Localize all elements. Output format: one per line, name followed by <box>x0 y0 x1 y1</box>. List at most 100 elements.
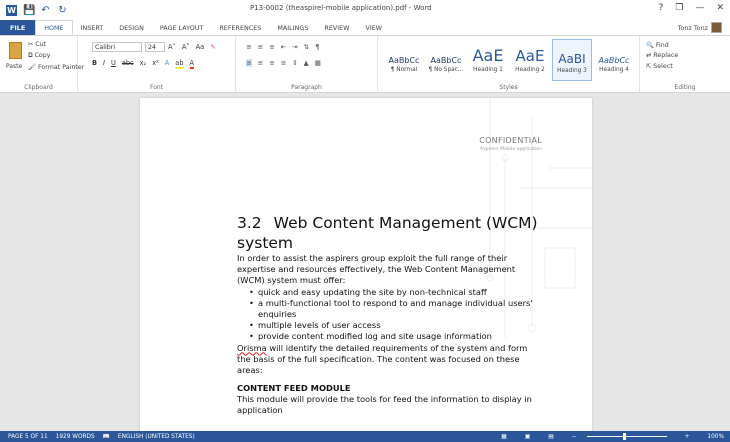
save-icon[interactable]: 💾 <box>23 5 35 16</box>
style-heading-2-sample: AaE <box>515 47 545 65</box>
bold-button[interactable]: B <box>92 59 97 69</box>
text-effects-icon[interactable]: A <box>165 59 170 69</box>
font-group-label: Font <box>149 84 164 91</box>
heading-number: 3.2 <box>237 214 262 232</box>
grow-font-button[interactable]: A˄ <box>168 43 176 51</box>
paste-button[interactable]: Paste <box>6 63 22 70</box>
font-name-box[interactable]: Calibri <box>92 42 142 52</box>
orisma-paragraph-text: will identify the detailed requirements … <box>237 342 528 376</box>
shading-icon[interactable]: ▲ <box>304 59 309 67</box>
tab-design[interactable]: DESIGN <box>111 20 152 35</box>
subscript-button[interactable]: x₂ <box>140 59 147 69</box>
web-layout-icon[interactable]: ▤ <box>548 434 553 440</box>
read-mode-icon[interactable]: ▦ <box>501 434 506 440</box>
superscript-button[interactable]: x² <box>152 59 159 69</box>
sort-icon[interactable]: ⇅ <box>304 43 310 51</box>
list-item: multiple levels of user access <box>249 320 542 331</box>
find-button[interactable]: 🔍 Find <box>646 41 669 49</box>
tab-review[interactable]: REVIEW <box>316 20 357 35</box>
document-canvas[interactable]: CONFIDENTIAL Aspirers Mobile application… <box>0 94 730 431</box>
language-indicator[interactable]: ENGLISH (UNITED STATES) <box>118 434 195 440</box>
list-item: a multi-functional tool to respond to an… <box>249 298 542 320</box>
show-marks-icon[interactable]: ¶ <box>315 43 319 51</box>
paste-icon[interactable] <box>9 42 22 59</box>
bullets-icon[interactable]: ≡ <box>246 43 252 51</box>
tab-view[interactable]: VIEW <box>357 20 390 35</box>
section-heading-cont: system <box>237 234 294 252</box>
format-painter-button[interactable]: 🖌 Format Painter <box>28 63 84 71</box>
decrease-indent-icon[interactable]: ⇤ <box>281 43 287 51</box>
close-button[interactable]: ✕ <box>716 3 724 13</box>
justify-icon[interactable]: ≡ <box>281 59 287 67</box>
document-body[interactable]: 3.2 Web Content Management (WCM) system I… <box>237 213 542 417</box>
strikethrough-button[interactable]: abc <box>122 59 134 69</box>
style-normal[interactable]: AaBbCc ¶ Normal <box>384 39 424 81</box>
style-no-spacing-name: ¶ No Spac... <box>428 67 464 73</box>
tab-home[interactable]: HOME <box>35 20 73 35</box>
redo-icon[interactable]: ↻ <box>57 5 68 16</box>
zoom-level[interactable]: 100% <box>707 434 724 440</box>
select-label: Select <box>653 63 673 70</box>
clear-formatting-icon[interactable]: ✎ <box>210 43 216 51</box>
line-spacing-icon[interactable]: ⇕ <box>292 59 298 67</box>
font-color-icon[interactable]: A <box>189 59 195 69</box>
zoom-in-button[interactable]: + <box>685 434 690 440</box>
tab-mailings[interactable]: MAILINGS <box>269 20 316 35</box>
intro-paragraph: In order to assist the aspirers group ex… <box>237 253 516 286</box>
minimize-button[interactable]: — <box>695 3 704 13</box>
borders-icon[interactable]: ▦ <box>315 59 321 67</box>
replace-label: Replace <box>653 52 679 59</box>
section-heading: 3.2 Web Content Management (WCM) <box>237 213 542 233</box>
style-heading-2[interactable]: AaE Heading 2 <box>510 39 550 81</box>
ribbon-display-options-icon[interactable]: ❐ <box>675 3 683 13</box>
document-page[interactable]: CONFIDENTIAL Aspirers Mobile application… <box>140 98 592 431</box>
word-window: W 💾 ↶ ↻ P13-0002 (theaspirel-mobile appl… <box>0 0 730 442</box>
avatar <box>711 22 722 33</box>
tab-file[interactable]: FILE <box>0 20 36 35</box>
user-name: Tonz Tonz <box>677 23 708 32</box>
tab-insert[interactable]: INSERT <box>73 20 112 35</box>
quick-access-toolbar: W 💾 ↶ ↻ <box>0 4 68 16</box>
align-center-icon[interactable]: ≡ <box>258 59 264 67</box>
header-confidential: CONFIDENTIAL <box>479 136 542 145</box>
list-item: provide content modified log and site us… <box>249 331 542 342</box>
increase-indent-icon[interactable]: ⇥ <box>292 43 298 51</box>
zoom-out-button[interactable]: − <box>572 434 577 440</box>
font-size-box[interactable]: 24 <box>145 42 165 52</box>
proofing-icon[interactable]: 📖 <box>103 434 110 440</box>
style-heading-3[interactable]: AaBI Heading 3 <box>552 39 592 81</box>
italic-button[interactable]: I <box>103 59 105 69</box>
select-button[interactable]: ⇱ Select <box>646 63 673 70</box>
style-heading-3-name: Heading 3 <box>557 68 587 74</box>
style-heading-4[interactable]: AaBbCc Heading 4 <box>594 39 634 81</box>
cut-button[interactable]: ✂ Cut <box>28 41 46 48</box>
style-heading-2-name: Heading 2 <box>515 67 545 73</box>
user-account[interactable]: Tonz Tonz <box>678 22 722 33</box>
align-left-icon[interactable]: ≡ <box>246 59 252 67</box>
zoom-slider[interactable] <box>586 433 667 440</box>
style-heading-4-name: Heading 4 <box>599 67 629 73</box>
numbering-icon[interactable]: ≡ <box>258 43 264 51</box>
style-no-spacing[interactable]: AaBbCc ¶ No Spac... <box>426 39 466 81</box>
align-right-icon[interactable]: ≡ <box>269 59 275 67</box>
page-count[interactable]: PAGE 5 OF 11 <box>8 434 48 440</box>
styles-group: AaBbCc ¶ Normal AaBbCc ¶ No Spac... AaE … <box>378 36 640 93</box>
status-bar: PAGE 5 OF 11 1929 WORDS 📖 ENGLISH (UNITE… <box>0 431 730 442</box>
clipboard-group: Paste ✂ Cut ⧉ Copy 🖌 Format Painter Clip… <box>0 36 84 93</box>
change-case-button[interactable]: Aa <box>196 43 205 51</box>
style-heading-1[interactable]: AaE Heading 1 <box>468 39 508 81</box>
replace-button[interactable]: ⇄ Replace <box>646 52 678 59</box>
tab-page-layout[interactable]: PAGE LAYOUT <box>152 20 211 35</box>
zoom-slider-knob[interactable] <box>622 433 626 440</box>
print-layout-icon[interactable]: ▣ <box>525 434 530 440</box>
shrink-font-button[interactable]: A˅ <box>182 43 190 51</box>
highlight-color-icon[interactable]: ab <box>175 59 184 69</box>
help-button[interactable]: ? <box>659 3 664 13</box>
multilevel-list-icon[interactable]: ≡ <box>269 43 275 51</box>
tab-references[interactable]: REFERENCES <box>211 20 269 35</box>
undo-icon[interactable]: ↶ <box>40 5 51 16</box>
underline-button[interactable]: U <box>111 59 116 69</box>
word-count[interactable]: 1929 WORDS <box>56 434 95 440</box>
copy-button[interactable]: ⧉ Copy <box>28 52 50 60</box>
spelling-error-word[interactable]: Orisma <box>237 343 267 353</box>
